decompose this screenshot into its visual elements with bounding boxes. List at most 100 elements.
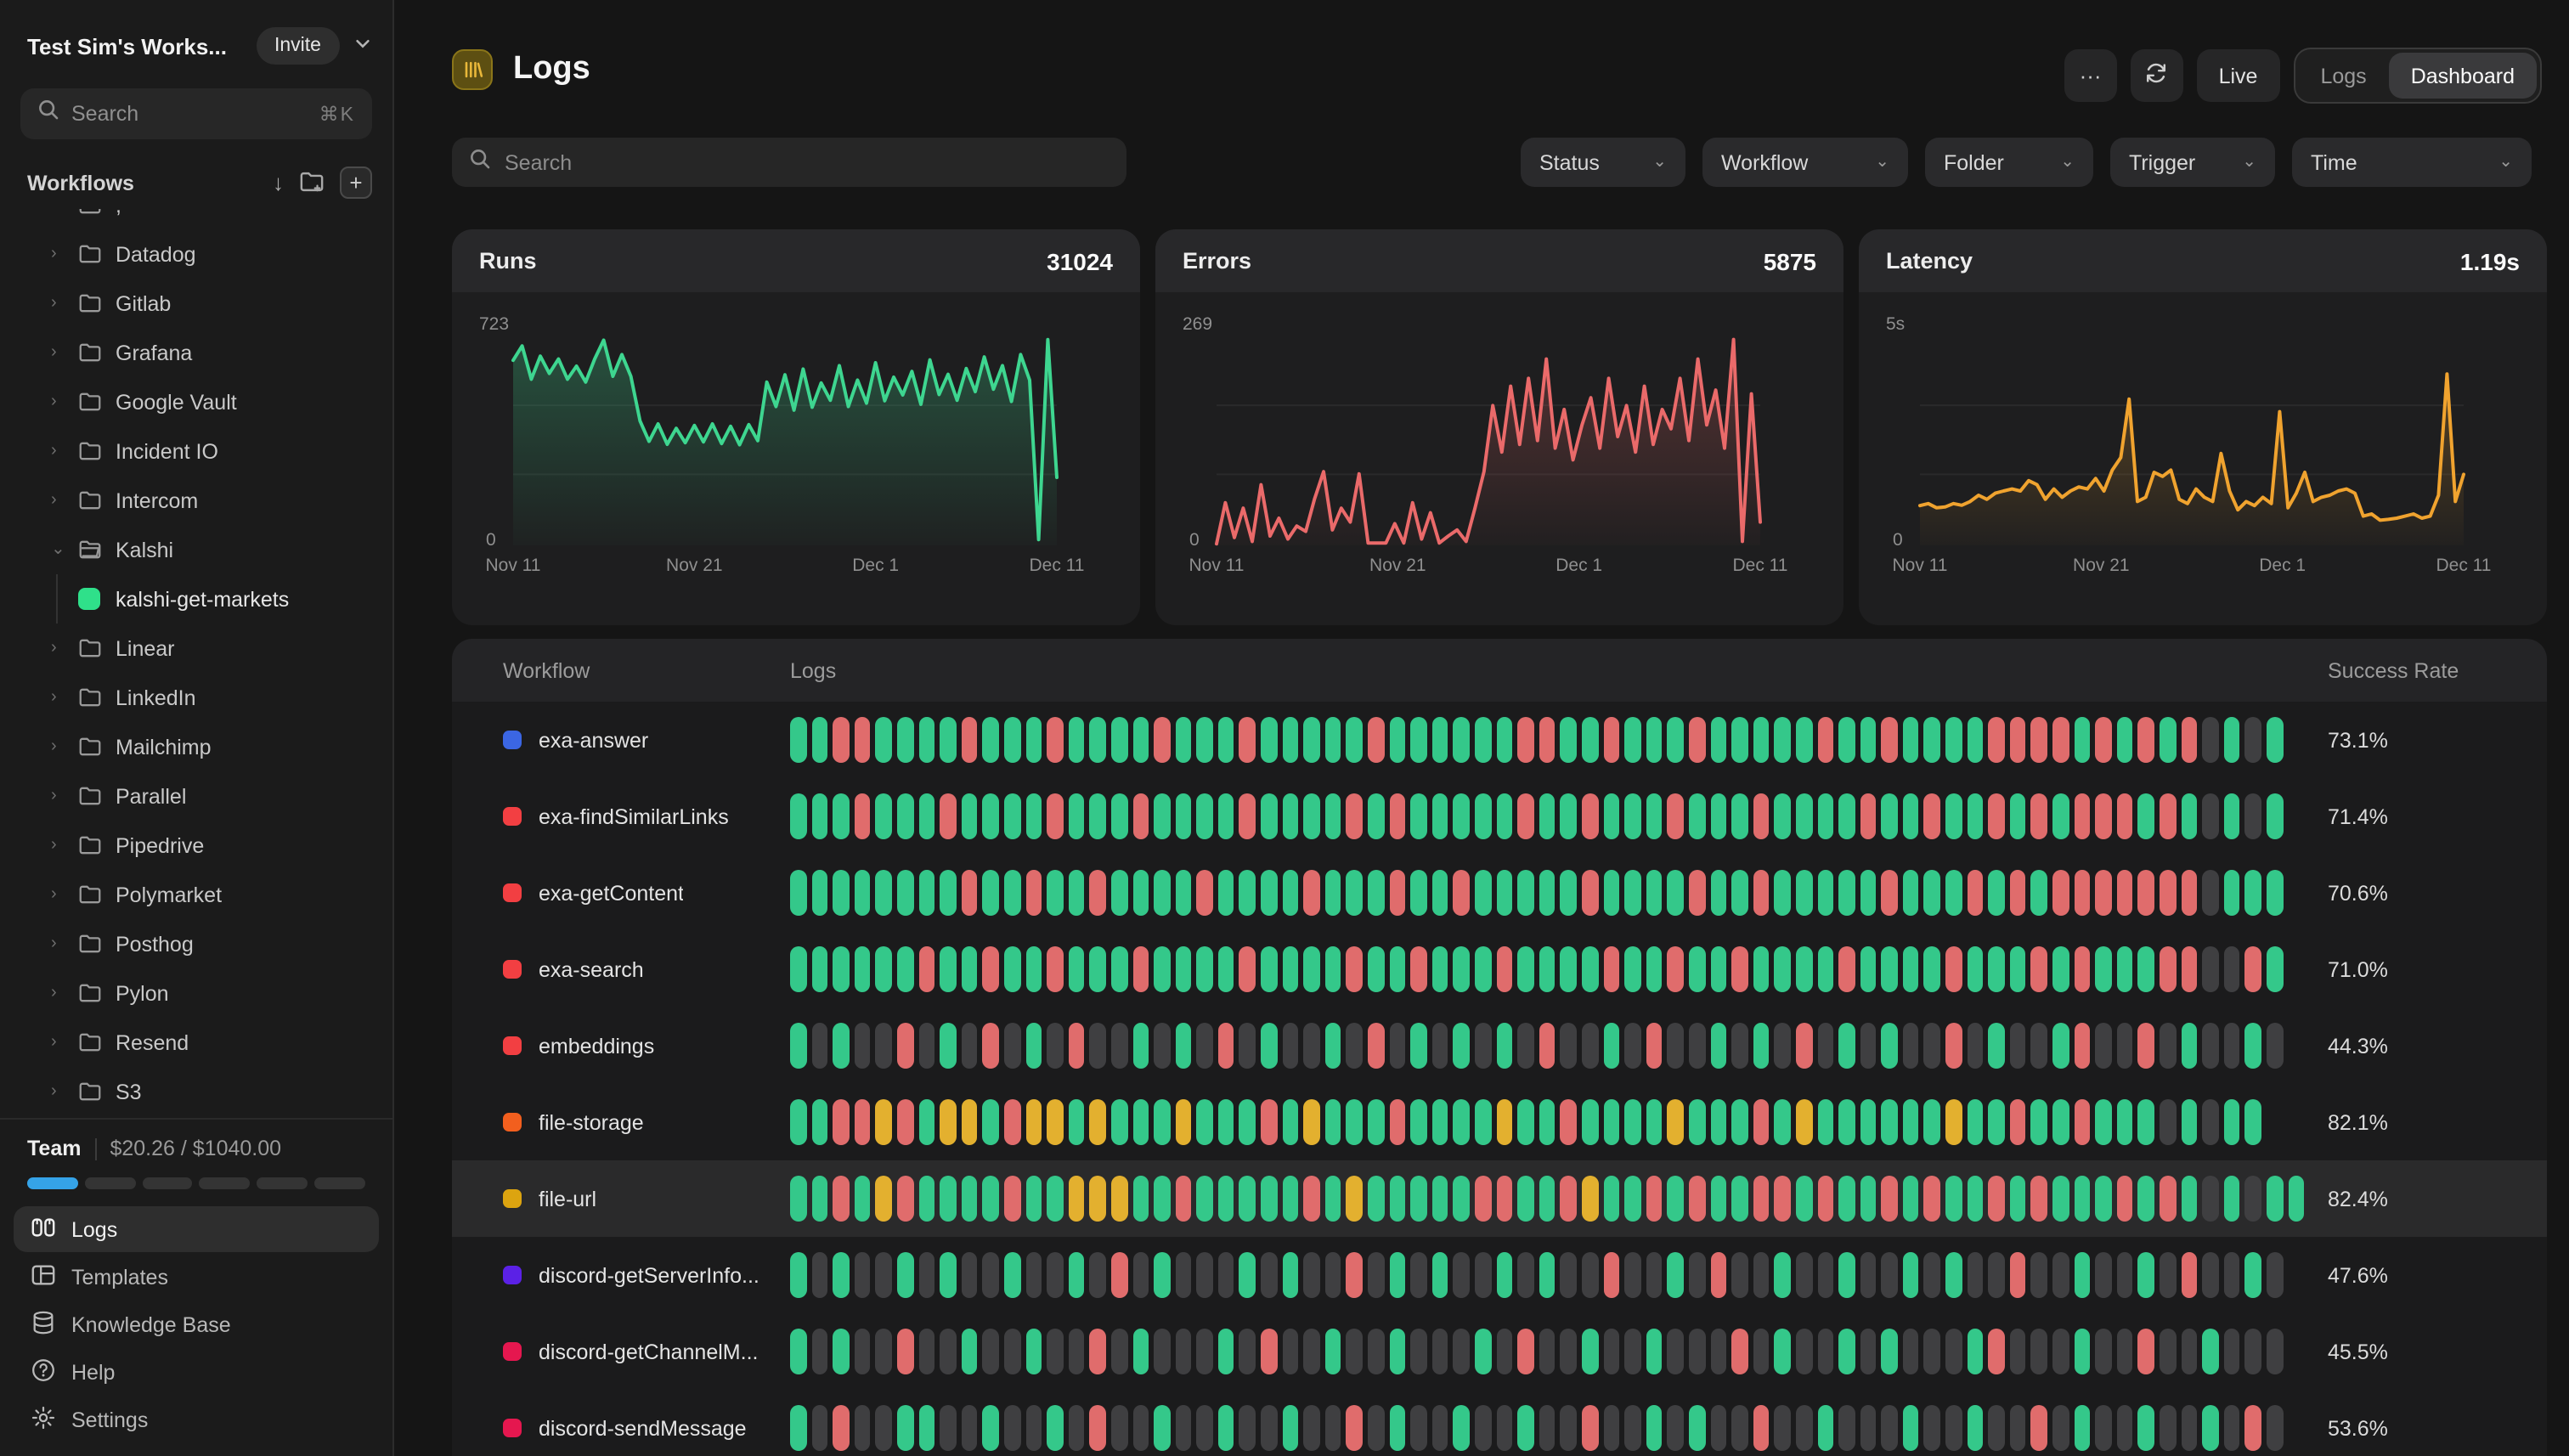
- log-bar[interactable]: [1882, 1176, 1898, 1222]
- log-bar[interactable]: [1838, 1329, 1855, 1374]
- log-bar[interactable]: [1646, 946, 1663, 992]
- log-bar[interactable]: [1731, 717, 1747, 763]
- log-bar[interactable]: [1325, 717, 1341, 763]
- log-bar[interactable]: [1753, 717, 1769, 763]
- log-bar[interactable]: [833, 1252, 849, 1298]
- log-bar[interactable]: [1561, 793, 1577, 839]
- log-bar[interactable]: [1796, 870, 1812, 916]
- log-bar[interactable]: [1454, 946, 1470, 992]
- log-bar[interactable]: [1432, 870, 1448, 916]
- log-bar[interactable]: [1967, 870, 1983, 916]
- log-bar[interactable]: [1496, 1099, 1512, 1145]
- log-bar[interactable]: [1068, 1252, 1084, 1298]
- sidebar-folder-google-vault[interactable]: ›Google Vault: [0, 377, 392, 426]
- log-bar[interactable]: [2202, 1329, 2218, 1374]
- log-bar[interactable]: [1004, 1023, 1020, 1069]
- log-bar[interactable]: [1111, 1176, 1127, 1222]
- log-bar[interactable]: [1989, 1329, 2005, 1374]
- log-bar[interactable]: [1860, 1405, 1876, 1451]
- log-bar[interactable]: [833, 1329, 849, 1374]
- log-bar[interactable]: [940, 717, 956, 763]
- log-bar[interactable]: [1475, 1099, 1491, 1145]
- log-bar[interactable]: [2267, 870, 2283, 916]
- log-heatmap[interactable]: [790, 870, 2328, 916]
- log-bar[interactable]: [833, 793, 849, 839]
- log-bar[interactable]: [1454, 1405, 1470, 1451]
- log-bar[interactable]: [962, 1329, 978, 1374]
- log-bar[interactable]: [1796, 946, 1812, 992]
- log-bar[interactable]: [833, 717, 849, 763]
- log-bar[interactable]: [2138, 1023, 2154, 1069]
- log-bar[interactable]: [1924, 1252, 1940, 1298]
- log-bar[interactable]: [1882, 793, 1898, 839]
- log-bar[interactable]: [1561, 870, 1577, 916]
- log-bar[interactable]: [1154, 870, 1170, 916]
- log-bar[interactable]: [1539, 717, 1556, 763]
- log-bar[interactable]: [1175, 1405, 1191, 1451]
- log-bar[interactable]: [1175, 793, 1191, 839]
- log-bar[interactable]: [1432, 946, 1448, 992]
- log-bar[interactable]: [1582, 793, 1598, 839]
- log-bar[interactable]: [1817, 1329, 1833, 1374]
- log-bar[interactable]: [1218, 793, 1234, 839]
- log-bar[interactable]: [1646, 1329, 1663, 1374]
- log-bar[interactable]: [1218, 717, 1234, 763]
- log-bar[interactable]: [790, 1329, 806, 1374]
- log-bar[interactable]: [811, 717, 827, 763]
- log-bar[interactable]: [1175, 1252, 1191, 1298]
- log-bar[interactable]: [962, 717, 978, 763]
- log-bar[interactable]: [855, 1329, 871, 1374]
- log-bar[interactable]: [2160, 1023, 2176, 1069]
- log-bar[interactable]: [940, 870, 956, 916]
- log-bar[interactable]: [1945, 1329, 1962, 1374]
- errors-chart[interactable]: [1217, 336, 1760, 545]
- table-row-discord-getChannelM-[interactable]: discord-getChannelM...45.5%: [452, 1313, 2547, 1390]
- sidebar-folder-resend[interactable]: ›Resend: [0, 1018, 392, 1067]
- log-bar[interactable]: [1624, 1329, 1640, 1374]
- log-bar[interactable]: [1603, 1176, 1619, 1222]
- log-bar[interactable]: [2095, 946, 2111, 992]
- log-bar[interactable]: [1668, 1176, 1684, 1222]
- log-bar[interactable]: [2267, 717, 2283, 763]
- log-bar[interactable]: [1689, 1099, 1705, 1145]
- log-bar[interactable]: [1603, 717, 1619, 763]
- log-bar[interactable]: [1817, 870, 1833, 916]
- log-bar[interactable]: [1646, 717, 1663, 763]
- log-bar[interactable]: [2031, 1329, 2047, 1374]
- log-bar[interactable]: [918, 870, 934, 916]
- log-bar[interactable]: [1154, 717, 1170, 763]
- log-bar[interactable]: [1689, 1405, 1705, 1451]
- log-heatmap[interactable]: [790, 946, 2328, 992]
- log-bar[interactable]: [2117, 1023, 2133, 1069]
- log-bar[interactable]: [811, 1329, 827, 1374]
- log-bar[interactable]: [1368, 1329, 1384, 1374]
- log-bar[interactable]: [2181, 717, 2197, 763]
- log-bar[interactable]: [1945, 870, 1962, 916]
- log-bar[interactable]: [1282, 946, 1298, 992]
- log-heatmap[interactable]: [790, 1252, 2328, 1298]
- log-bar[interactable]: [1090, 1099, 1106, 1145]
- log-bar[interactable]: [1047, 1023, 1063, 1069]
- log-bar[interactable]: [1496, 1252, 1512, 1298]
- table-row-discord-sendMessage[interactable]: discord-sendMessage53.6%: [452, 1390, 2547, 1456]
- sidebar-item-help[interactable]: Help: [14, 1349, 379, 1395]
- log-bar[interactable]: [811, 1023, 827, 1069]
- log-bar[interactable]: [1175, 717, 1191, 763]
- log-bar[interactable]: [1389, 1099, 1405, 1145]
- log-bar[interactable]: [1389, 1176, 1405, 1222]
- log-bar[interactable]: [1945, 1252, 1962, 1298]
- log-bar[interactable]: [918, 1099, 934, 1145]
- log-bar[interactable]: [1646, 793, 1663, 839]
- log-bar[interactable]: [1496, 793, 1512, 839]
- sidebar-folder-posthog[interactable]: ›Posthog: [0, 919, 392, 968]
- log-bar[interactable]: [1410, 870, 1426, 916]
- log-bar[interactable]: [855, 1405, 871, 1451]
- log-bar[interactable]: [1582, 1023, 1598, 1069]
- log-bar[interactable]: [2031, 1405, 2047, 1451]
- log-bar[interactable]: [1945, 1023, 1962, 1069]
- log-bar[interactable]: [2202, 1099, 2218, 1145]
- log-bar[interactable]: [1025, 1099, 1042, 1145]
- log-bar[interactable]: [1389, 1252, 1405, 1298]
- log-bar[interactable]: [1261, 870, 1277, 916]
- log-bar[interactable]: [2138, 1099, 2154, 1145]
